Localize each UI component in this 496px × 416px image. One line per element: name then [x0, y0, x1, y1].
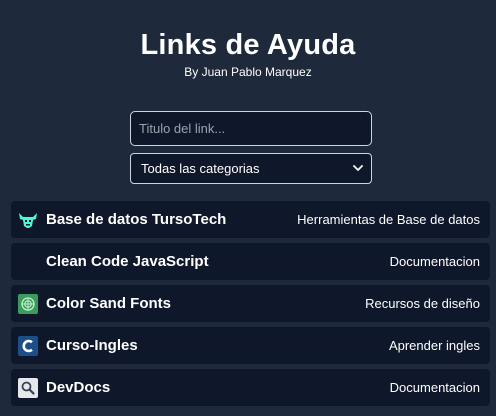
- chevron-down-icon: [353, 164, 363, 174]
- devdocs-magnifier-icon: [18, 377, 38, 398]
- turso-bull-icon: [18, 210, 38, 230]
- page-subtitle: By Juan Pablo Marquez: [184, 65, 312, 79]
- link-category: Documentacion: [389, 254, 480, 269]
- link-category: Recursos de diseño: [365, 296, 480, 311]
- page-title: Links de Ayuda: [140, 29, 356, 61]
- link-title: Color Sand Fonts: [46, 295, 171, 312]
- page-header: Links de Ayuda By Juan Pablo Marquez: [0, 0, 496, 79]
- search-input[interactable]: [130, 111, 372, 146]
- link-title: DevDocs: [46, 379, 111, 396]
- list-item[interactable]: Curso-Ingles Aprender ingles: [11, 327, 490, 364]
- list-item[interactable]: DevDocs Documentacion: [11, 369, 490, 406]
- category-select[interactable]: Todas las categorias: [130, 153, 372, 184]
- link-title: Curso-Ingles: [46, 337, 138, 354]
- link-category: Aprender ingles: [388, 338, 480, 353]
- link-title: Clean Code JavaScript: [46, 253, 209, 270]
- list-item[interactable]: Base de datos TursoTech Herramientas de …: [11, 201, 490, 238]
- colorsandfonts-icon: [18, 293, 38, 314]
- link-category: Documentacion: [389, 380, 480, 395]
- category-select-value: Todas las categorias: [141, 161, 260, 176]
- links-list: Base de datos TursoTech Herramientas de …: [11, 201, 490, 411]
- link-category: Herramientas de Base de datos: [297, 212, 480, 227]
- list-item[interactable]: Clean Code JavaScript Documentacion: [11, 243, 490, 280]
- list-item[interactable]: Color Sand Fonts Recursos de diseño: [11, 285, 490, 322]
- blank-icon: [18, 252, 38, 272]
- filter-controls: Todas las categorias: [130, 111, 372, 184]
- link-title: Base de datos TursoTech: [46, 211, 227, 228]
- c-letter-icon: [18, 335, 38, 356]
